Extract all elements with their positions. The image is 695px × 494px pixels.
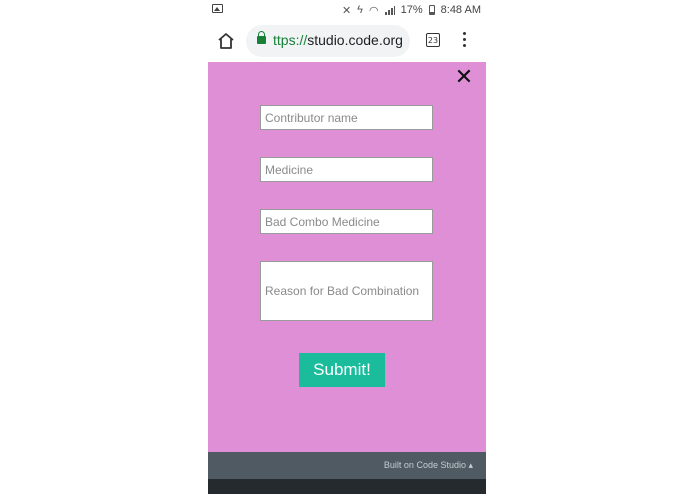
footer-bottom-bar: [208, 479, 486, 494]
lock-icon: [257, 31, 266, 44]
url-scheme: ttps://: [273, 32, 308, 48]
reason-textarea[interactable]: [260, 261, 433, 321]
signal-icon: [384, 5, 395, 15]
medicine-input[interactable]: [260, 157, 433, 182]
built-on-code-studio-link[interactable]: Built on Code Studio ▴: [384, 460, 473, 471]
status-bar-right: ✕ ϟ ◠ 17% 8:48 AM: [342, 2, 481, 18]
wifi-icon: ◠: [369, 4, 379, 17]
submit-button[interactable]: Submit!: [299, 353, 385, 387]
clock: 8:48 AM: [440, 4, 481, 16]
home-icon[interactable]: [216, 31, 236, 51]
browser-toolbar: ttps://studio.code.org 23: [0, 22, 695, 60]
tabs-icon[interactable]: 23: [426, 33, 440, 47]
battery-icon: [428, 5, 435, 15]
battery-percent: 17%: [400, 4, 423, 16]
url-host: studio.code.org: [307, 32, 403, 48]
image-icon: [212, 4, 223, 13]
status-bar: ✕ ϟ ◠ 17% 8:48 AM: [0, 0, 695, 20]
url-text: ttps://studio.code.org: [273, 32, 403, 48]
app-canvas: ✕ Submit!: [208, 62, 486, 452]
footer: Built on Code Studio ▴: [208, 452, 486, 479]
close-icon[interactable]: ✕: [454, 67, 474, 89]
data-saver-icon: ϟ: [357, 4, 363, 16]
mute-icon: ✕: [341, 4, 352, 17]
more-vert-icon[interactable]: [461, 32, 467, 50]
address-bar[interactable]: ttps://studio.code.org: [246, 25, 410, 57]
bad-combo-medicine-input[interactable]: [260, 209, 433, 234]
contributor-name-input[interactable]: [260, 105, 433, 130]
